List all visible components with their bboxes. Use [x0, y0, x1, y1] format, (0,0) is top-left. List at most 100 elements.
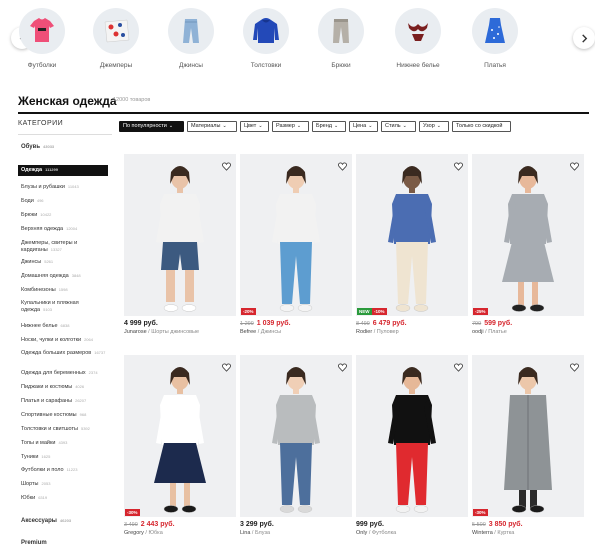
sidebar-item-label: Носки, чулки и колготки — [21, 337, 82, 343]
brand-name: Befree — [240, 329, 257, 335]
category-sweater[interactable]: Джемперы — [81, 8, 151, 69]
sidebar-item[interactable]: Платья и сарафаны 26207 — [21, 398, 111, 405]
wishlist-button[interactable] — [454, 359, 463, 372]
wishlist-button[interactable] — [570, 158, 579, 171]
product-card[interactable]: -30% 3 490 2 443 руб. Gregory / Юбка — [124, 355, 236, 536]
sidebar-item[interactable]: Спортивные костюмы 968 — [21, 412, 111, 419]
filter-7[interactable]: Узор ⌄ — [419, 121, 449, 132]
product-image[interactable] — [124, 154, 236, 316]
filter-1[interactable]: Материалы ⌄ — [187, 121, 237, 132]
sidebar-item[interactable]: Шорты 2053 — [21, 481, 111, 488]
product-card[interactable]: NEW -10% 8 499 6 479 руб. Rodier / Пуловер — [356, 154, 468, 335]
wishlist-button[interactable] — [338, 359, 347, 372]
wishlist-button[interactable] — [570, 359, 579, 372]
sale-price: 3 850 руб. — [488, 521, 523, 528]
filter-3[interactable]: Размер ⌄ — [272, 121, 309, 132]
sidebar-item[interactable]: Купальники и пляжная одежда 5103 — [21, 300, 111, 314]
sidebar-item[interactable]: Обувь 43033 — [21, 144, 111, 152]
filter-0[interactable]: По популярности ⌄ — [119, 121, 184, 132]
sidebar-item-label: Блузы и рубашки — [21, 184, 65, 190]
sidebar-item[interactable]: Джемперы, свитеры и кардиганы 13327 — [21, 240, 111, 254]
sidebar-item-label: Боди — [21, 198, 34, 204]
sidebar-item[interactable]: Premium — [21, 540, 111, 544]
sidebar-item[interactable]: Верхняя одежда 12004 — [21, 226, 111, 233]
filter-2[interactable]: Цвет ⌄ — [240, 121, 269, 132]
sidebar-item[interactable]: Одежда больших размеров 16737 — [21, 350, 111, 357]
sidebar-item[interactable]: Футболки и поло 11223 — [21, 467, 111, 474]
product-image[interactable] — [356, 355, 468, 517]
product-image[interactable] — [240, 355, 352, 517]
product-photo — [504, 367, 552, 513]
product-category: / Юбка — [143, 530, 163, 536]
product-image[interactable]: -30% — [472, 355, 584, 517]
product-card[interactable]: -30% 5 500 3 850 руб. Winterra / Куртка — [472, 355, 584, 536]
filter-8[interactable]: Только со скидкой — [452, 121, 511, 132]
sidebar-item[interactable]: Туники 1625 — [21, 454, 111, 461]
filter-label: Бренд — [316, 123, 332, 129]
chevron-down-icon: ⌄ — [333, 123, 339, 129]
category-label: Джемперы — [99, 62, 133, 69]
category-thumbnail — [395, 8, 441, 54]
wishlist-button[interactable] — [222, 158, 231, 171]
sidebar-item[interactable]: Комбинезоны 1598 — [21, 287, 111, 294]
sidebar-item[interactable]: Пиджаки и костюмы 4026 — [21, 384, 111, 391]
filter-5[interactable]: Цена ⌄ — [349, 121, 378, 132]
sidebar-item[interactable]: Домашняя одежда 3848 — [21, 273, 111, 280]
wishlist-button[interactable] — [338, 158, 347, 171]
current-price: 999 руб. — [356, 521, 384, 528]
product-card[interactable]: -25% 799 599 руб. oodji / Платье — [472, 154, 584, 335]
product-card[interactable]: -20% 1 299 1 039 руб. Befree / Джинсы — [240, 154, 352, 335]
sidebar-item[interactable]: Нижнее белье 6838 — [21, 323, 111, 330]
sidebar-item[interactable]: Одежда 111299 — [18, 165, 108, 176]
sidebar-item[interactable]: Носки, чулки и колготки 2064 — [21, 337, 111, 344]
product-card[interactable]: 999 руб. Only / Футболка — [356, 355, 468, 536]
category-label: Нижнее белье — [396, 62, 440, 69]
sidebar-item[interactable]: Блузы и рубашки 11043 — [21, 184, 111, 191]
filter-6[interactable]: Стиль ⌄ — [381, 121, 416, 132]
sidebar-item-label: Джемперы, свитеры и кардиганы — [21, 240, 78, 253]
category-hoodie[interactable]: Толстовки — [231, 8, 301, 69]
product-image[interactable]: NEW -10% — [356, 154, 468, 316]
product-category: / Пуловер — [372, 329, 399, 335]
carousel-next-button[interactable] — [573, 27, 595, 49]
product-image[interactable]: -25% — [472, 154, 584, 316]
sidebar-item-count: 2064 — [84, 337, 93, 342]
wishlist-button[interactable] — [222, 359, 231, 372]
jeans-icon — [183, 19, 199, 43]
wishlist-button[interactable] — [454, 158, 463, 171]
sidebar-item[interactable]: Брюки 10422 — [21, 212, 111, 219]
category-thumbnail — [472, 8, 518, 54]
product-photo — [272, 367, 320, 513]
sidebar-item-count: 2053 — [41, 481, 51, 486]
sidebar-item[interactable]: Топы и майки 4393 — [21, 440, 111, 447]
product-card[interactable]: 3 299 руб. Lina / Блуза — [240, 355, 352, 536]
product-brand: Junarose / Шорты джинсовые — [124, 329, 236, 335]
product-category: / Блуза — [250, 530, 271, 536]
product-photo — [272, 166, 320, 312]
dress-icon — [485, 18, 505, 43]
product-photo — [154, 367, 206, 513]
sidebar-item[interactable]: Боди 496 — [21, 198, 111, 205]
sidebar-item-label: Premium — [21, 540, 47, 544]
filter-label: По популярности — [123, 123, 167, 129]
product-card[interactable]: 4 999 руб. Junarose / Шорты джинсовые — [124, 154, 236, 335]
sidebar-item-count: 6319 — [38, 495, 48, 500]
sidebar-item[interactable]: Юбки 6319 — [21, 495, 111, 502]
category-lingerie[interactable]: Нижнее белье — [383, 8, 453, 69]
sidebar-item[interactable]: Джинсы 5261 — [21, 259, 111, 266]
product-image[interactable]: -20% — [240, 154, 352, 316]
filter-4[interactable]: Бренд ⌄ — [312, 121, 346, 132]
category-jeans[interactable]: Джинсы — [156, 8, 226, 69]
old-price: 799 — [472, 321, 482, 327]
sidebar-item[interactable]: Толстовки и свитшоты 5392 — [21, 426, 111, 433]
sidebar-item[interactable]: Одежда для беременных 2374 — [21, 370, 111, 377]
category-dress[interactable]: Платья — [460, 8, 530, 69]
category-pants[interactable]: Брюки — [306, 8, 376, 69]
product-image[interactable]: -30% — [124, 355, 236, 517]
sale-price: 6 479 руб. — [372, 320, 407, 327]
product-brand: Lina / Блуза — [240, 530, 352, 536]
product-price: 4 999 руб. — [124, 320, 236, 327]
sidebar-item[interactable]: Аксессуары 46203 — [21, 518, 111, 526]
category-tshirt[interactable]: Футболки — [7, 8, 77, 69]
product-price: 1 299 1 039 руб. — [240, 320, 352, 327]
